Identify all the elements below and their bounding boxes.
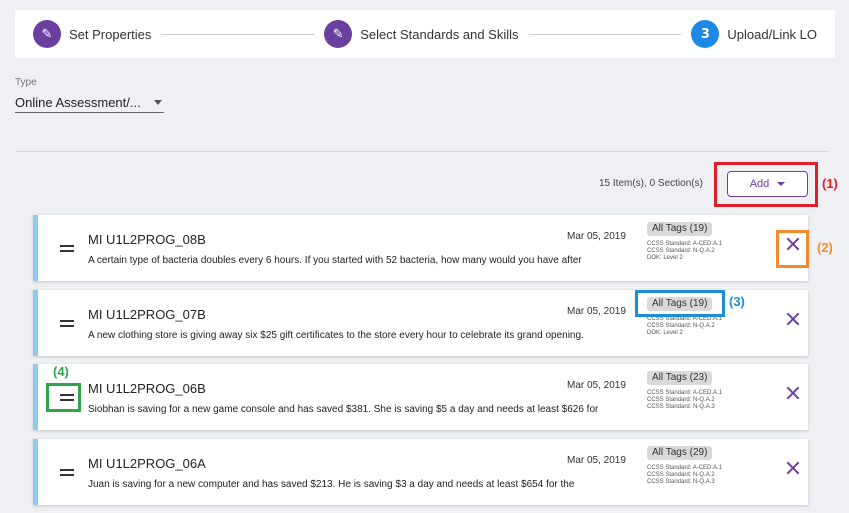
standard-tag: DOK: Level 2 (647, 330, 683, 336)
standard-tag: CCSS Standard: A-CED.A.1 (647, 316, 723, 322)
step-upload-link[interactable]: 3 Upload/Link LO (691, 20, 817, 48)
standard-tag: CCSS Standard: N-Q.A.3 (647, 479, 715, 485)
step-label: Set Properties (69, 26, 152, 42)
standards-list: CCSS Standard: A-CED.A.1 CCSS Standard: … (647, 316, 722, 337)
item-card: MI U1L2PROG_08B Mar 05, 2019 A certain t… (33, 215, 808, 281)
standards-list: CCSS Standard: A-CED.A.1 CCSS Standard: … (647, 390, 722, 411)
annotation-2: (2) (817, 240, 833, 255)
pencil-icon: ✎ (324, 20, 353, 48)
drag-handle-icon[interactable] (60, 469, 74, 476)
highlight-box-4 (46, 383, 81, 412)
all-tags-button[interactable]: All Tags (19) (647, 222, 713, 236)
step-label: Select Standards and Skills (360, 26, 519, 42)
standards-list: CCSS Standard: A-CED.A.1 CCSS Standard: … (647, 465, 722, 486)
standard-tag: DOK: Level 2 (647, 255, 683, 261)
divider (15, 151, 828, 152)
step-connector (528, 33, 682, 35)
remove-icon[interactable] (786, 461, 800, 475)
standard-tag: CCSS Standard: N-Q.A.2 (647, 472, 715, 478)
caret-down-icon (154, 99, 162, 105)
item-description: A certain type of bacteria doubles every… (88, 255, 582, 266)
item-title: MI U1L2PROG_07B (88, 307, 206, 322)
item-description: Siobhan is saving for a new game console… (88, 404, 599, 415)
standards-list: CCSS Standard: A-CED.A.1 CCSS Standard: … (647, 241, 722, 262)
standard-tag: CCSS Standard: A-CED.A.1 (647, 465, 723, 471)
item-count: 15 Item(s), 0 Section(s) (599, 178, 703, 189)
item-title: MI U1L2PROG_06A (88, 456, 206, 471)
item-date: Mar 05, 2019 (567, 231, 626, 242)
item-date: Mar 05, 2019 (567, 455, 626, 466)
all-tags-button[interactable]: All Tags (29) (647, 446, 713, 460)
type-label: Type (15, 77, 37, 88)
step-label: Upload/Link LO (727, 26, 818, 42)
standard-tag: CCSS Standard: A-CED.A.1 (647, 241, 723, 247)
standard-tag: CCSS Standard: N-Q.A.2 (647, 323, 715, 329)
item-description: A new clothing store is giving away six … (88, 330, 584, 341)
type-select-value: Online Assessment/... (15, 94, 141, 110)
annotation-4: (4) (53, 364, 69, 379)
stepper: ✎ Set Properties ✎ Select Standards and … (15, 10, 835, 58)
standard-tag: CCSS Standard: N-Q.A.3 (647, 404, 715, 410)
step-select-standards[interactable]: ✎ Select Standards and Skills (324, 20, 519, 48)
highlight-box-1: Add (714, 162, 818, 207)
standard-tag: CCSS Standard: N-Q.A.2 (647, 397, 715, 403)
remove-icon[interactable] (786, 386, 800, 400)
pencil-icon: ✎ (33, 20, 61, 48)
drag-handle-icon[interactable] (60, 245, 74, 252)
highlight-box-2 (776, 230, 809, 268)
item-card: MI U1L2PROG_06A Mar 05, 2019 Juan is sav… (33, 439, 808, 505)
annotation-1: (1) (822, 176, 838, 191)
step-set-properties[interactable]: ✎ Set Properties (33, 20, 151, 48)
all-tags-button[interactable]: All Tags (23) (647, 371, 713, 385)
step-number-badge: 3 (691, 20, 720, 48)
item-date: Mar 05, 2019 (567, 380, 626, 391)
type-select[interactable]: Online Assessment/... (15, 92, 164, 113)
add-button-label: Add (749, 178, 770, 190)
standard-tag: CCSS Standard: N-Q.A.2 (647, 248, 715, 254)
drag-handle-icon[interactable] (60, 320, 74, 327)
highlight-box-3 (635, 290, 725, 317)
step-connector (161, 33, 315, 35)
annotation-3: (3) (729, 294, 745, 309)
item-date: Mar 05, 2019 (567, 306, 626, 317)
add-button[interactable]: Add (727, 171, 808, 197)
caret-down-icon (777, 182, 786, 186)
item-description: Juan is saving for a new computer and ha… (88, 479, 575, 490)
item-title: MI U1L2PROG_08B (88, 232, 206, 247)
item-card: MI U1L2PROG_06B Mar 05, 2019 Siobhan is … (33, 364, 808, 430)
remove-icon[interactable] (786, 312, 800, 326)
item-title: MI U1L2PROG_06B (88, 381, 206, 396)
standard-tag: CCSS Standard: A-CED.A.1 (647, 390, 723, 396)
